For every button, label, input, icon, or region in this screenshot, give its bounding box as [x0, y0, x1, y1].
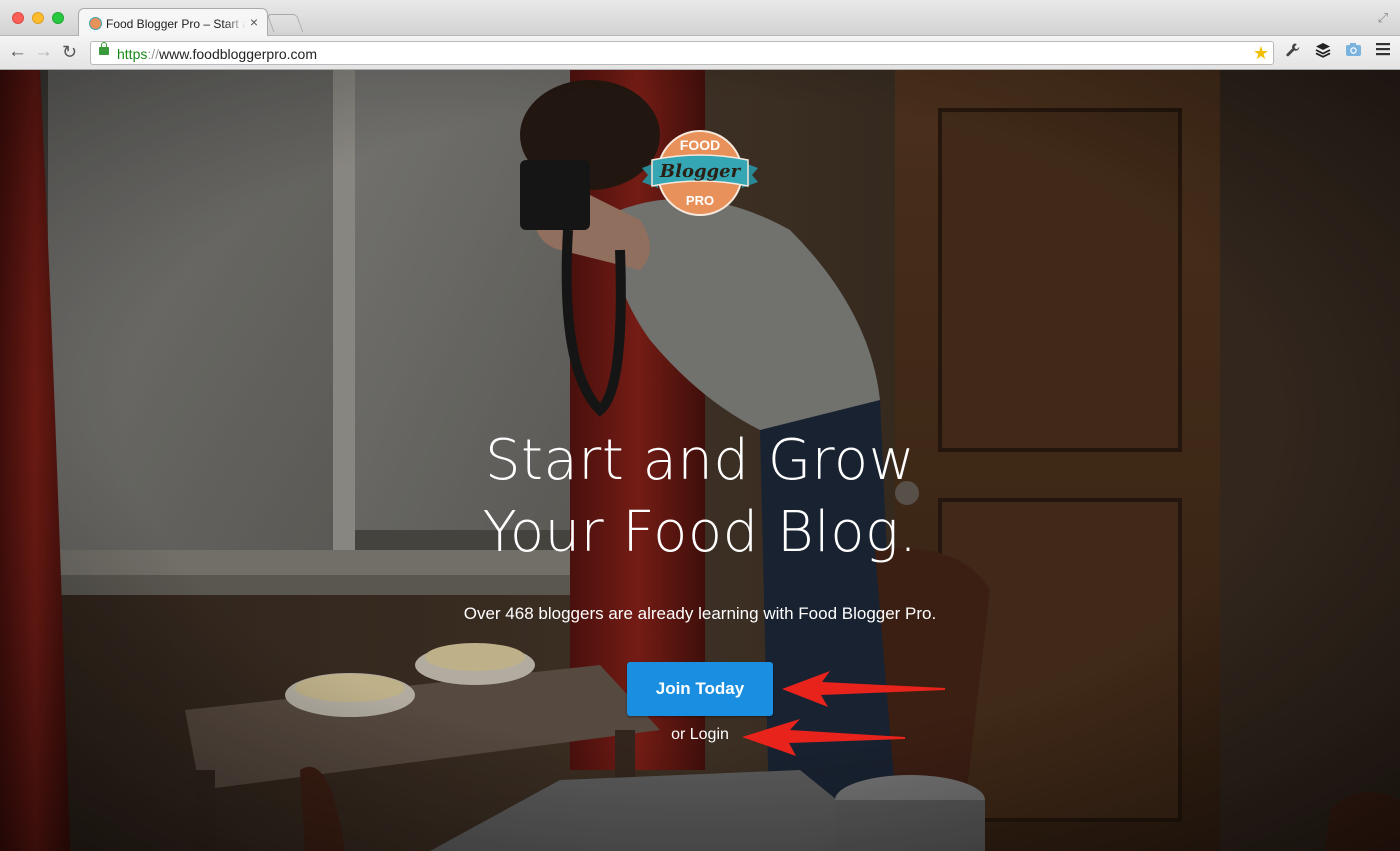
address-bar[interactable]: https://www.foodbloggerpro.com ★: [90, 41, 1274, 65]
logo-text-pro: PRO: [686, 193, 714, 208]
address-url[interactable]: https://www.foodbloggerpro.com: [117, 46, 317, 62]
back-arrow-icon[interactable]: ←: [8, 42, 27, 62]
window-zoom-button[interactable]: [52, 12, 64, 24]
hero-headline-line1: Start and Grow: [484, 428, 915, 493]
wrench-icon[interactable]: [1283, 42, 1303, 62]
wrench-icon-svg: [1286, 43, 1300, 57]
bookmark-star-icon[interactable]: ★: [1253, 43, 1269, 63]
fullscreen-icon[interactable]: ⤢: [1378, 10, 1388, 26]
login-link[interactable]: Login: [690, 726, 729, 743]
logo-text-food: FOOD: [680, 137, 720, 153]
hero-headline-line2: Your Food Blog.: [482, 500, 918, 565]
window-minimize-button[interactable]: [32, 12, 44, 24]
url-host: www.foodbloggerpro.com: [159, 46, 318, 62]
favicon-icon: [89, 17, 102, 30]
window-close-button[interactable]: [12, 12, 24, 24]
url-separator: ://: [147, 46, 160, 62]
layers-icon[interactable]: [1313, 42, 1333, 62]
new-tab-button[interactable]: [266, 14, 304, 32]
reload-icon[interactable]: ↻: [62, 42, 77, 62]
browser-toolbar: ← → ↻ https://www.foodbloggerpro.com ★: [0, 36, 1400, 70]
camera-icon-svg: [1345, 43, 1361, 56]
food-blogger-pro-logo[interactable]: FOOD Blogger PRO: [640, 130, 760, 220]
camera-icon[interactable]: [1343, 42, 1363, 62]
forward-arrow-icon[interactable]: →: [34, 42, 53, 62]
tab-title: Food Blogger Pro – Start and Grow Your F…: [106, 17, 246, 31]
layers-icon-svg: [1315, 43, 1331, 58]
tab-close-icon[interactable]: ×: [250, 15, 258, 29]
join-today-button[interactable]: Join Today: [627, 662, 773, 716]
lock-icon: [99, 42, 109, 55]
url-scheme: https: [117, 46, 148, 62]
browser-tab-bar: Food Blogger Pro – Start and Grow Your F…: [0, 0, 1400, 37]
browser-tab-active[interactable]: Food Blogger Pro – Start and Grow Your F…: [78, 8, 268, 37]
logo-text-blogger: Blogger: [659, 161, 742, 182]
hero-headline: Start and Grow Your Food Blog.: [0, 425, 1400, 569]
hero-subtext: Over 468 bloggers are already learning w…: [463, 604, 937, 623]
login-prefix: or: [671, 726, 690, 743]
login-line: or Login: [0, 726, 1400, 744]
menu-icon-svg: [1376, 43, 1390, 56]
page-viewport: FOOD Blogger PRO Start and Grow Your Foo…: [0, 70, 1400, 851]
menu-icon[interactable]: [1373, 42, 1393, 62]
